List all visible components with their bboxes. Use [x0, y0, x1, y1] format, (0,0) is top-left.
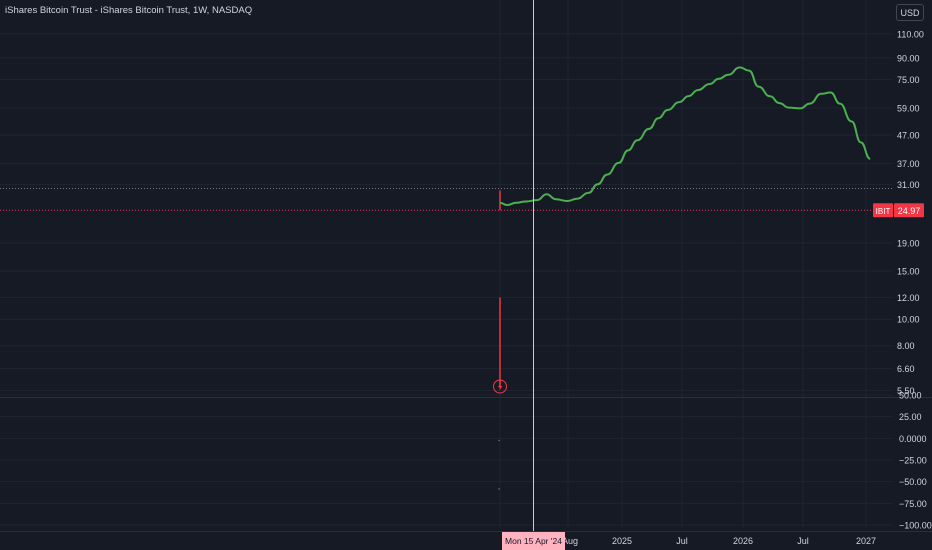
currency-button[interactable]: USD: [896, 4, 924, 21]
osc-tick-label: −75.00: [899, 499, 927, 509]
price-tick-label: 15.00: [897, 266, 920, 276]
osc-tick-label: 50.00: [899, 391, 922, 401]
price-tick-label: 37.00: [897, 159, 920, 169]
grid-layer: [0, 0, 932, 528]
horizontal-lines: [0, 188, 893, 211]
price-tick-label: 10.00: [897, 315, 920, 325]
price-tick-label: 6.60: [897, 364, 915, 374]
price-badge-value: 24.97: [898, 206, 921, 216]
time-tick-label: 2026: [733, 536, 753, 546]
time-tick-label: Jul: [797, 536, 809, 546]
price-tick-label: 19.00: [897, 238, 920, 248]
osc-tick-label: −50.00: [899, 477, 927, 487]
osc-tick-label: −25.00: [899, 456, 927, 466]
time-tick-label: 2027: [856, 536, 876, 546]
price-tick-label: 75.00: [897, 75, 920, 85]
osc-tick-label: 25.00: [899, 412, 922, 422]
time-axis: Aug 2025 Jul 2026 Jul 2027Mon 15 Apr '24: [0, 531, 932, 550]
price-tick-label: 90.00: [897, 53, 920, 63]
price-tick-label: 8.00: [897, 341, 915, 351]
price-tick-label: 12.00: [897, 293, 920, 303]
crosshair-date-label: Mon 15 Apr '24: [505, 536, 562, 546]
chart-title: iShares Bitcoin Trust - iShares Bitcoin …: [5, 5, 253, 16]
price-tick-label: 110.00: [897, 29, 924, 39]
price-tick-label: 47.00: [897, 131, 920, 141]
osc-dot: [498, 439, 500, 442]
time-tick-label: 2025: [612, 536, 632, 546]
osc-dot: [498, 488, 500, 490]
symbol-badge-label: IBIT: [876, 207, 891, 216]
time-tick-label: Jul: [676, 536, 688, 546]
chart-canvas[interactable]: 110.00 90.00 75.00 59.00 47.00 37.00 31.00 19.0…: [0, 0, 932, 550]
price-axis: 110.00 90.00 75.00 59.00 47.00 37.00 31.00 19.0…: [873, 29, 932, 531]
chart-root[interactable]: 110.00 90.00 75.00 59.00 47.00 37.00 31.00 19.0…: [0, 0, 932, 550]
osc-tick-label: 0.0000: [899, 434, 927, 444]
osc-tick-label: −100.00: [899, 521, 932, 531]
price-tick-label: 31.00: [897, 180, 920, 190]
price-tick-label: 59.00: [897, 103, 920, 113]
